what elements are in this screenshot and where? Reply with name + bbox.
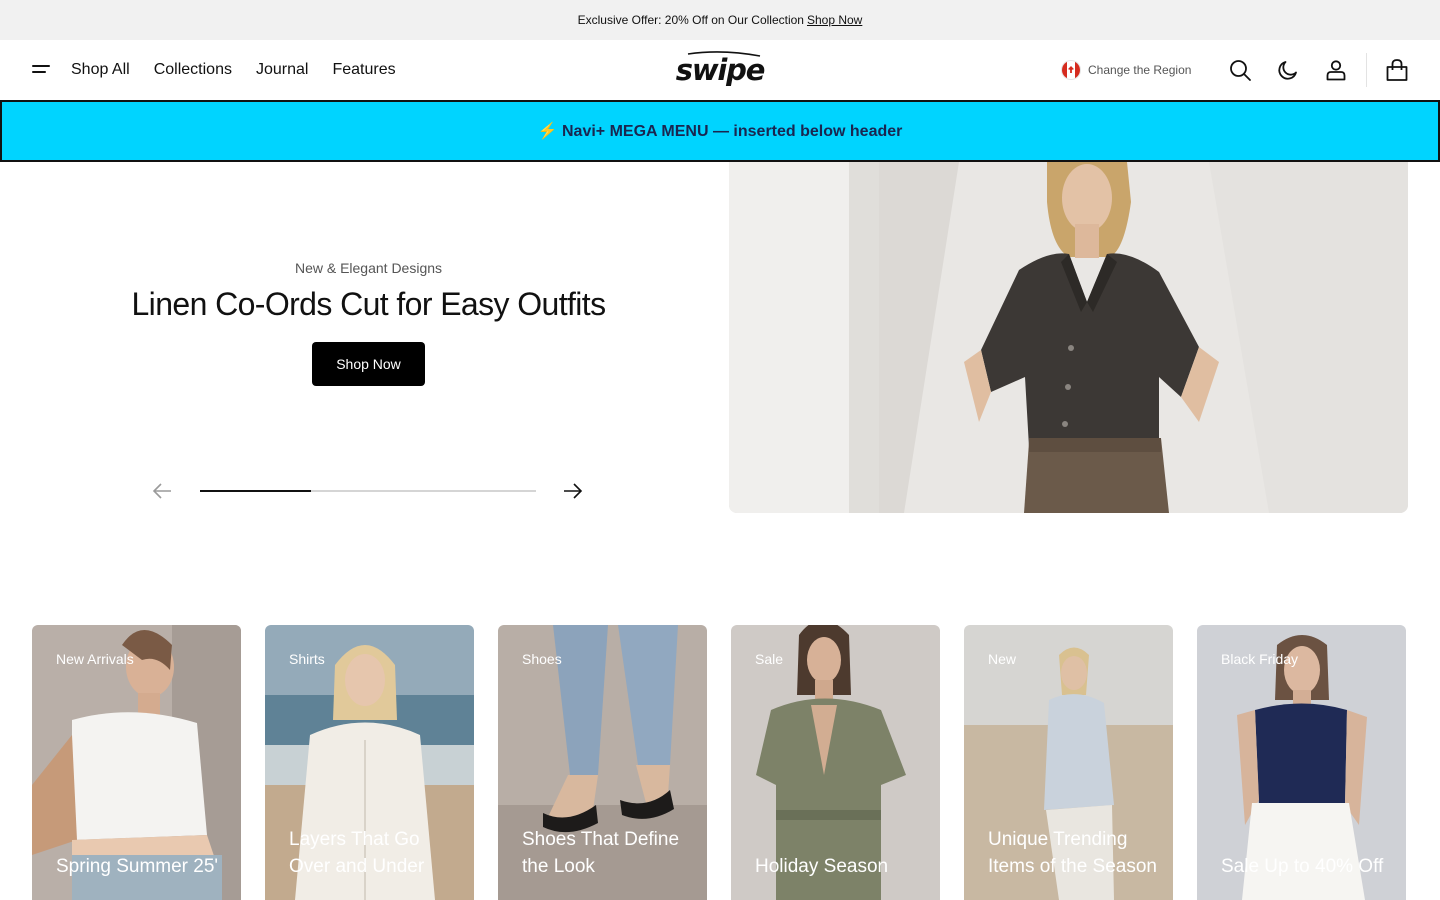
canada-flag-icon — [1062, 61, 1080, 79]
bag-icon[interactable] — [1385, 58, 1409, 82]
swipe-logo[interactable]: swipe — [672, 50, 768, 90]
category-tag: New — [988, 651, 1017, 667]
category-title: Holiday Season — [755, 856, 889, 877]
nav-collections[interactable]: Collections — [154, 61, 232, 79]
menu-icon[interactable] — [32, 64, 50, 76]
mega-menu-text: ⚡ Navi+ MEGA MENU — inserted below heade… — [537, 123, 903, 140]
region-label: Change the Region — [1088, 63, 1192, 77]
nav-shop-all[interactable]: Shop All — [71, 61, 130, 79]
category-title: Shoes That Define the Look — [522, 829, 680, 877]
mega-menu-banner: ⚡ Navi+ MEGA MENU — inserted below heade… — [0, 100, 1440, 162]
category-tag: Shirts — [289, 651, 325, 667]
category-card-sale[interactable]: Sale Holiday Season — [731, 625, 940, 900]
announcement-shop-now-link[interactable]: Shop Now — [807, 13, 862, 27]
hero-content: New & Elegant Designs Linen Co-Ords Cut … — [0, 162, 737, 513]
category-title: Spring Summer 25' — [56, 856, 219, 877]
category-tag: Black Friday — [1221, 651, 1299, 667]
hero-image — [729, 162, 1408, 513]
announcement-bar: Exclusive Offer: 20% Off on Our Collecti… — [0, 0, 1440, 40]
nav-features[interactable]: Features — [332, 61, 395, 79]
category-tag: Sale — [755, 651, 784, 667]
hero-shop-now-button[interactable]: Shop Now — [312, 342, 425, 386]
category-title: Layers That Go Over and Under — [289, 829, 425, 877]
category-card-shirts[interactable]: Shirts Layers That Go Over and Under — [265, 625, 474, 900]
category-tag: New Arrivals — [56, 651, 134, 667]
main-nav: Shop All Collections Journal Features — [71, 40, 396, 100]
search-icon[interactable] — [1228, 58, 1252, 82]
hero-title: Linen Co-Ords Cut for Easy Outfits — [131, 286, 606, 322]
category-card-new-arrivals[interactable]: New Arrivals Spring Summer 25' — [32, 625, 241, 900]
account-icon[interactable] — [1324, 58, 1348, 82]
hero-eyebrow: New & Elegant Designs — [294, 260, 443, 276]
category-title: Unique Trending Items of the Season — [988, 829, 1157, 877]
nav-journal[interactable]: Journal — [256, 61, 308, 79]
header-divider — [1366, 53, 1367, 87]
category-card-new[interactable]: New Unique Trending Items of the Season — [964, 625, 1173, 900]
moon-icon[interactable] — [1276, 58, 1300, 82]
category-title: Sale Up to 40% Off — [1221, 856, 1384, 877]
arrow-left-icon[interactable] — [151, 480, 173, 502]
slider-progress — [200, 490, 536, 492]
category-cards: New Arrivals Spring Summer 25' Shirts La… — [32, 625, 1408, 900]
site-header: Shop All Collections Journal Features sw… — [0, 40, 1440, 100]
logo-text: swipe — [676, 53, 765, 87]
region-selector[interactable]: Change the Region — [1062, 40, 1191, 100]
arrow-right-icon[interactable] — [562, 480, 584, 502]
category-card-black-friday[interactable]: Black Friday Sale Up to 40% Off — [1197, 625, 1406, 900]
category-tag: Shoes — [522, 651, 562, 667]
slider-progress-fill — [200, 490, 311, 492]
category-card-shoes[interactable]: Shoes Shoes That Define the Look — [498, 625, 707, 900]
announcement-text: Exclusive Offer: 20% Off on Our Collecti… — [577, 13, 804, 27]
